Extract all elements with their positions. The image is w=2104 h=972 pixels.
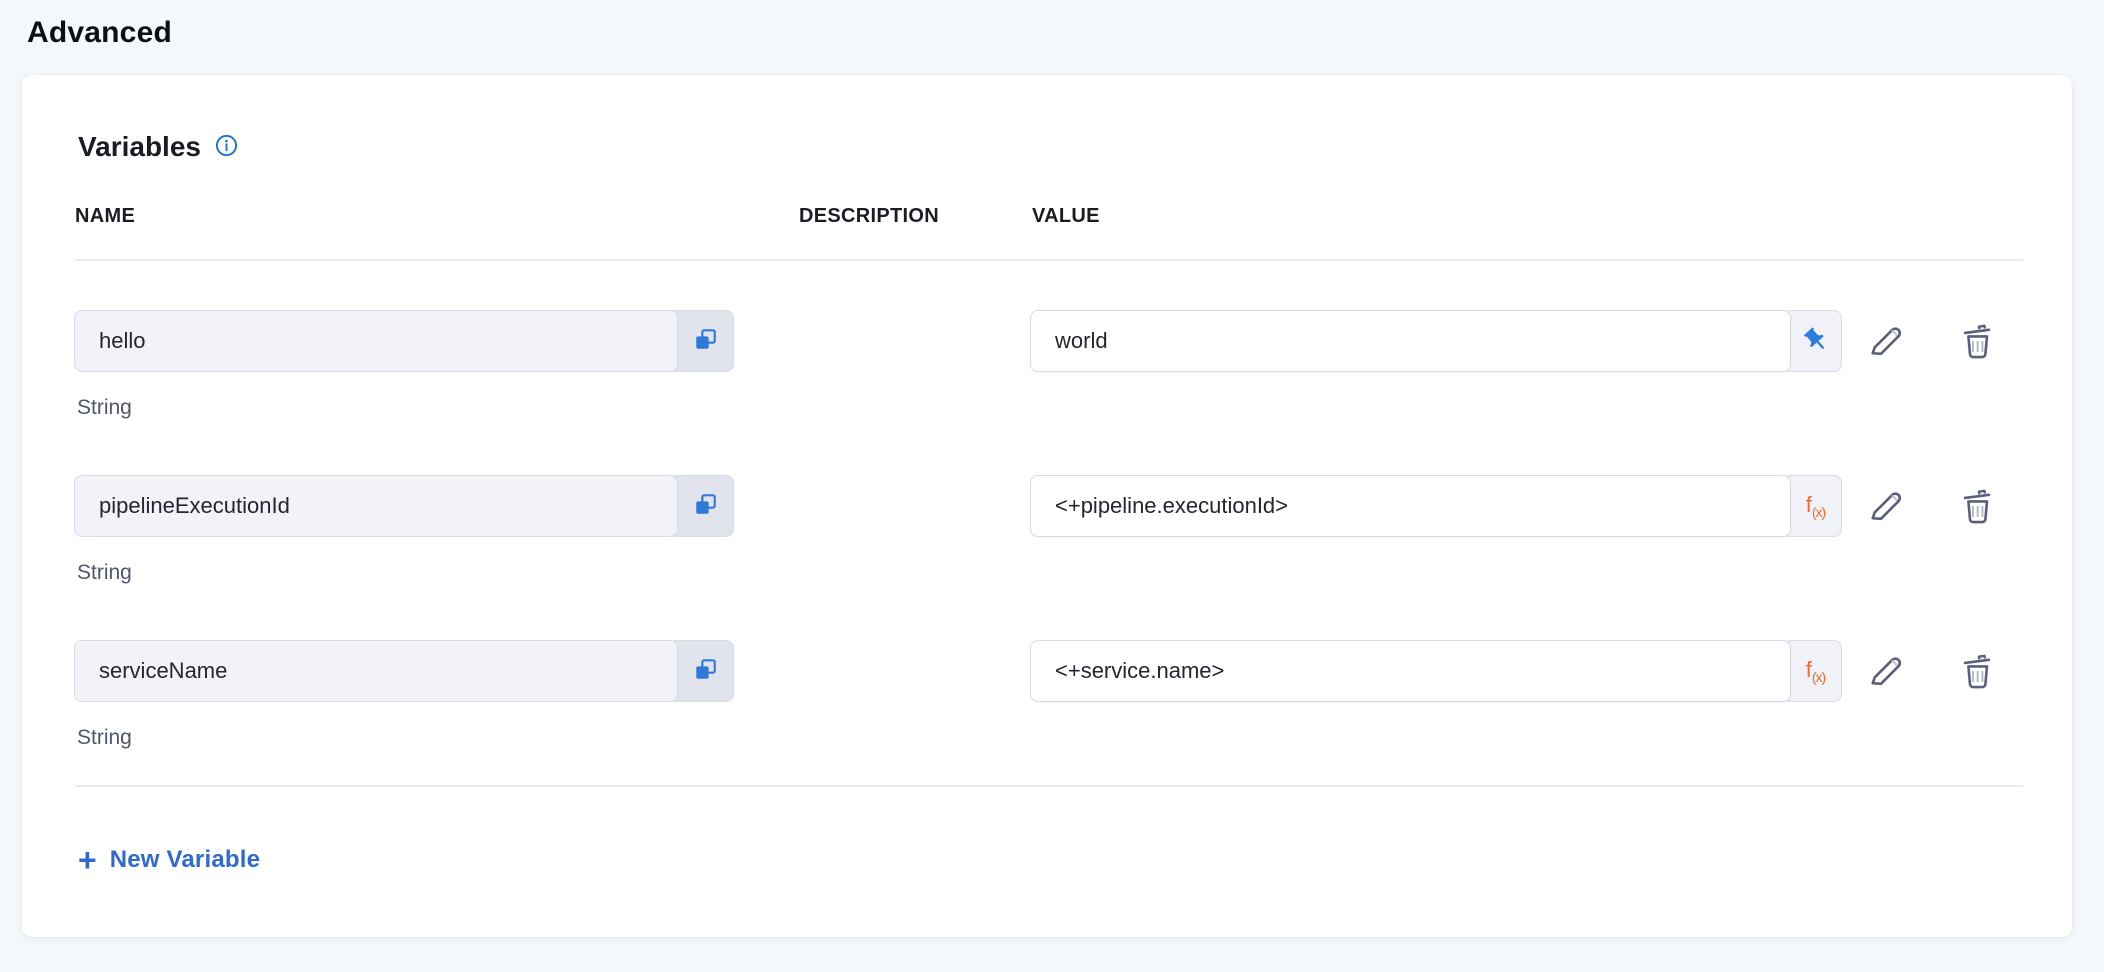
- variable-name-control: [74, 310, 734, 372]
- new-variable-label: New Variable: [110, 846, 260, 874]
- variable-name-input[interactable]: [74, 475, 678, 537]
- plus-icon: +: [78, 845, 97, 875]
- variable-row-serviceName: String f(x): [22, 640, 2072, 790]
- edit-variable-button[interactable]: [1862, 649, 1908, 695]
- panel-heading: Variables: [78, 131, 240, 163]
- fx-icon: f(x): [1806, 494, 1825, 519]
- pin-icon: [1802, 326, 1830, 357]
- variable-value-input[interactable]: [1030, 640, 1791, 702]
- variable-value-control: f(x): [1030, 640, 1842, 702]
- trash-icon: [1956, 650, 1998, 695]
- variables-panel: Variables NAME DESCRIPTION VALUE: [22, 75, 2072, 937]
- pin-value-button[interactable]: [1782, 310, 1842, 372]
- variable-name-control: [74, 640, 734, 702]
- delete-variable-button[interactable]: [1954, 649, 2000, 695]
- copy-icon: [692, 656, 719, 686]
- copy-icon: [692, 326, 719, 356]
- delete-variable-button[interactable]: [1954, 319, 2000, 365]
- pencil-icon: [1864, 485, 1906, 530]
- expression-button[interactable]: f(x): [1782, 640, 1842, 702]
- header-divider: [75, 259, 2023, 261]
- variable-type-label: String: [77, 561, 132, 585]
- fx-icon: f(x): [1806, 659, 1825, 684]
- trash-icon: [1956, 320, 1998, 365]
- variable-value-control: [1030, 310, 1842, 372]
- variable-name-input[interactable]: [74, 310, 678, 372]
- variable-value-input[interactable]: [1030, 475, 1791, 537]
- pencil-icon: [1864, 650, 1906, 695]
- variable-name-input[interactable]: [74, 640, 678, 702]
- trash-icon: [1956, 485, 1998, 530]
- info-icon: [214, 133, 239, 161]
- delete-variable-button[interactable]: [1954, 484, 2000, 530]
- variable-type-label: String: [77, 396, 132, 420]
- variable-name-control: [74, 475, 734, 537]
- variable-value-input[interactable]: [1030, 310, 1791, 372]
- pencil-icon: [1864, 320, 1906, 365]
- expression-button[interactable]: f(x): [1782, 475, 1842, 537]
- info-button[interactable]: [214, 134, 240, 160]
- variable-row-hello: String: [22, 310, 2072, 460]
- column-header-name: NAME: [75, 205, 135, 228]
- edit-variable-button[interactable]: [1862, 484, 1908, 530]
- new-variable-button[interactable]: + New Variable: [78, 841, 260, 879]
- footer-divider: [75, 785, 2023, 787]
- variable-type-label: String: [77, 726, 132, 750]
- copy-icon: [692, 491, 719, 521]
- edit-variable-button[interactable]: [1862, 319, 1908, 365]
- variables-heading: Variables: [78, 131, 201, 163]
- column-header-description: DESCRIPTION: [799, 205, 939, 228]
- variable-value-control: f(x): [1030, 475, 1842, 537]
- variable-row-pipelineExecutionId: String f(x): [22, 475, 2072, 625]
- column-header-value: VALUE: [1032, 205, 1100, 228]
- page-title: Advanced: [27, 16, 172, 50]
